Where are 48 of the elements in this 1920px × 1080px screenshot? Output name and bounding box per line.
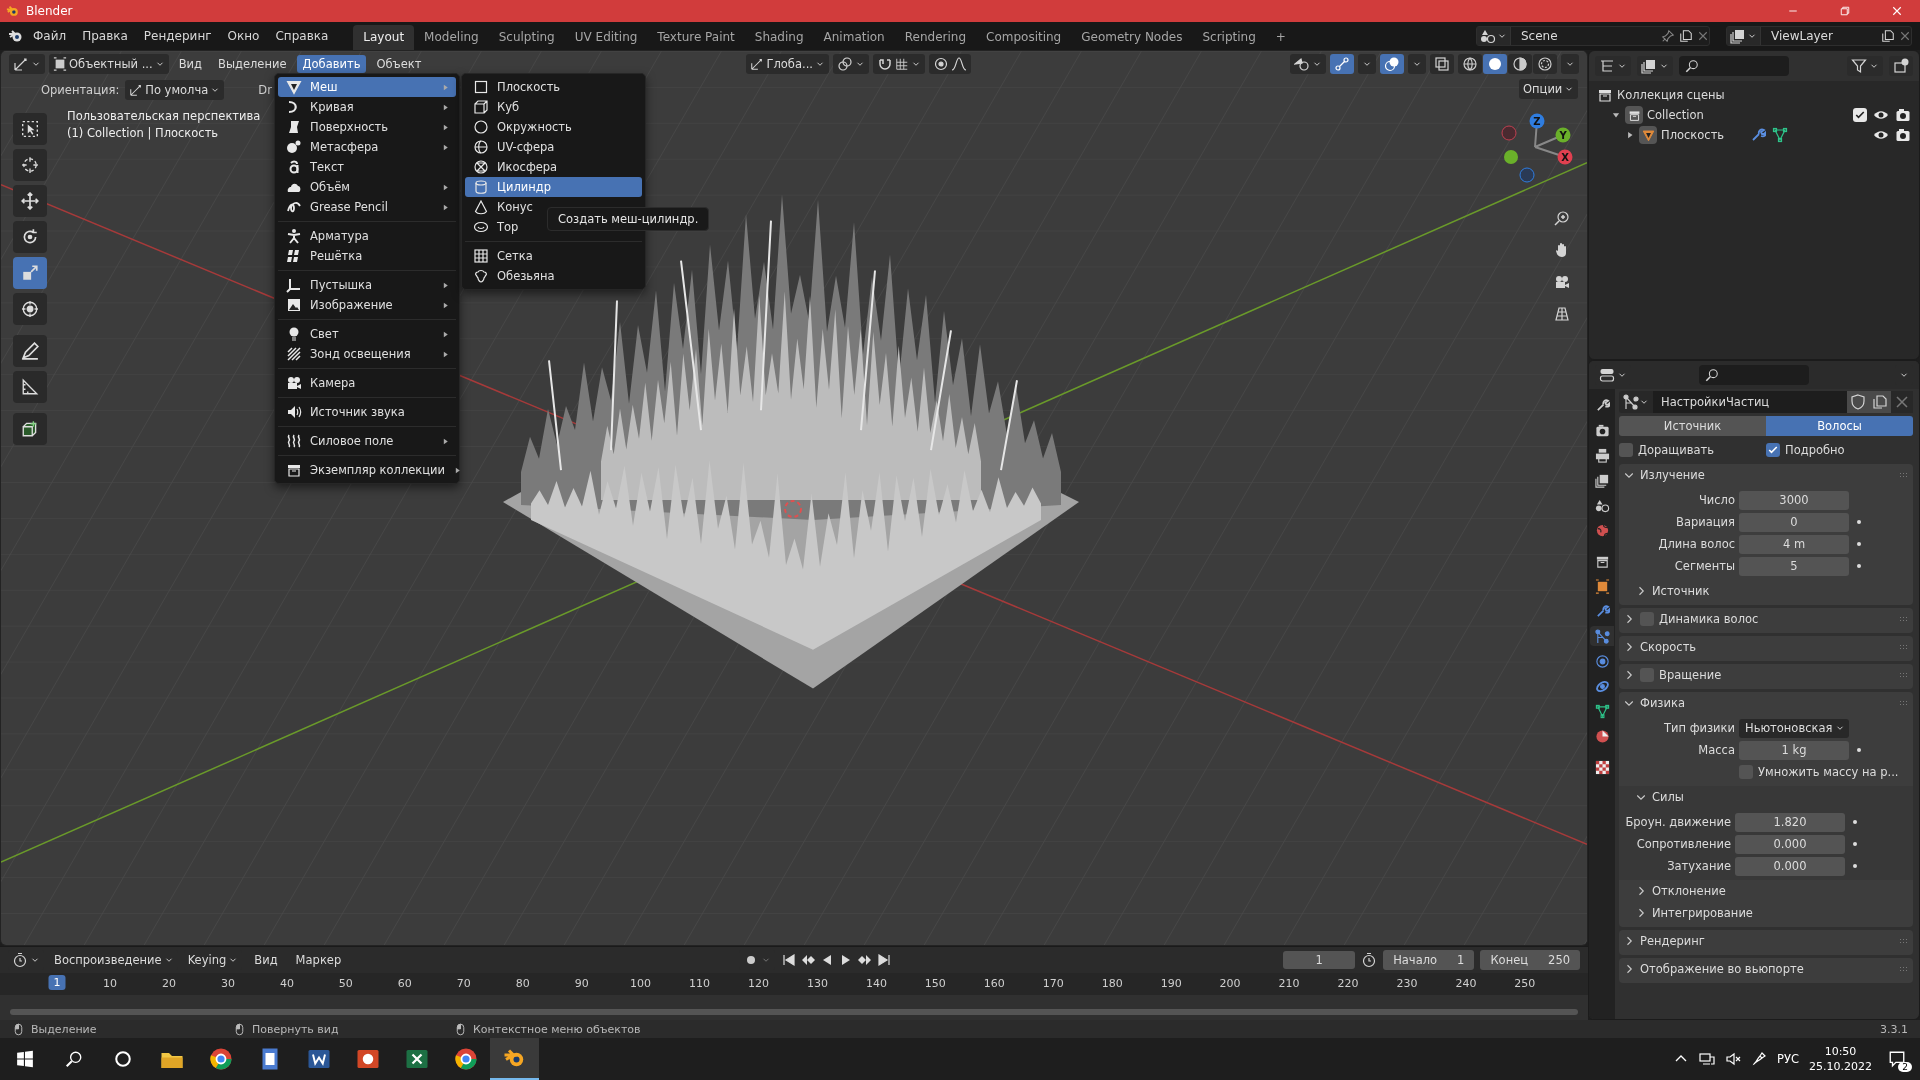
- field-label: Dr: [258, 83, 272, 97]
- field-label: Ориентация:: [41, 83, 120, 97]
- field-label: Масса: [1697, 743, 1735, 757]
- frame-number: 210: [1278, 977, 1300, 990]
- frame-number: 150: [924, 977, 946, 990]
- frame-number: 70: [456, 977, 471, 990]
- frame-number: 60: [397, 977, 412, 990]
- frame-number: 20: [162, 977, 176, 990]
- field-label: Вариация: [1675, 515, 1735, 529]
- viewport-info-text: (1) Collection | Плоскость: [67, 126, 220, 140]
- viewport-info-text: Пользовательская перспектива: [67, 109, 261, 123]
- frame-number: 220: [1337, 977, 1359, 990]
- frame-number: 30: [220, 977, 235, 990]
- field-label: Длина волос: [1657, 537, 1735, 551]
- frame-number: 160: [983, 977, 1005, 990]
- frame-number: 230: [1396, 977, 1418, 990]
- frame-number: 190: [1160, 977, 1182, 990]
- frame-number: 100: [630, 977, 652, 990]
- checkbox-label: Умножить массу на р...: [1758, 765, 1899, 779]
- frame-number: 50: [338, 977, 353, 990]
- frame-number: 40: [279, 977, 294, 990]
- frame-number: 140: [865, 977, 887, 990]
- frame-number: 200: [1219, 977, 1241, 990]
- frame-number: 130: [806, 977, 828, 990]
- frame-number: 90: [574, 977, 589, 990]
- checkbox-label: Доращивать: [1638, 443, 1714, 457]
- status-hint: Контекстное меню объектов: [473, 1022, 641, 1036]
- version-text: 3.3.1: [1880, 1022, 1908, 1036]
- frame-number: 10: [103, 977, 118, 990]
- frame-number: 80: [515, 977, 530, 990]
- field-label: Затухание: [1666, 859, 1731, 873]
- frame-number: 120: [748, 977, 769, 990]
- frame-number: 110: [689, 977, 711, 990]
- frame-number: 250: [1514, 977, 1536, 990]
- status-hint: Повернуть вид: [252, 1022, 339, 1036]
- field-label: Сопротивление: [1635, 837, 1731, 851]
- field-label: Броун. движение: [1624, 815, 1731, 829]
- window-title: Blender: [26, 4, 74, 18]
- checkbox-label: Подробно: [1785, 443, 1845, 457]
- frame-number: 170: [1042, 977, 1064, 990]
- tooltip: Создать меш-цилиндр.: [547, 207, 710, 231]
- field-label: Тип физики: [1663, 721, 1735, 735]
- field-label: Сегменты: [1673, 559, 1735, 573]
- field-label: Число: [1697, 493, 1735, 507]
- frame-number: 240: [1455, 977, 1477, 990]
- frame-number: 180: [1101, 977, 1123, 990]
- status-hint: Выделение: [31, 1022, 97, 1036]
- notification-count: 2: [1898, 1062, 1912, 1072]
